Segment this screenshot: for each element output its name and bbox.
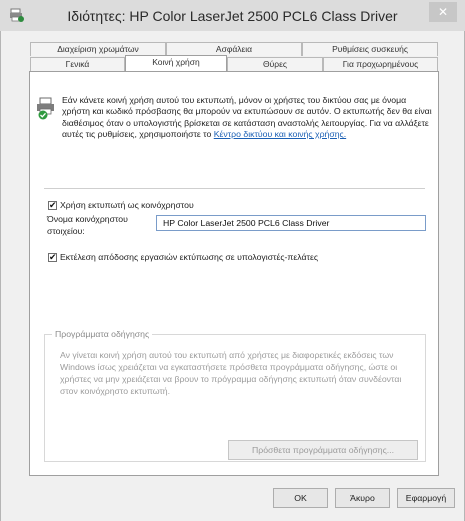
share-name-label-line2: στοιχείου: [47,226,85,236]
drivers-group-title: Προγράμματα οδήγησης [52,329,153,339]
apply-button[interactable]: Εφαρμογή [397,488,455,508]
divider [44,188,425,189]
tab-security[interactable]: Ασφάλεια [166,42,302,56]
sharing-info-text: Εάν κάνετε κοινή χρήση αυτού του εκτυπωτ… [62,95,432,141]
tab-row-bottom: Γενικά Κοινή χρήση Θύρες Για προχωρημένο… [30,55,438,71]
additional-drivers-button[interactable]: Πρόσθετα προγράμματα οδήγησης... [228,440,418,460]
share-name-label-line1: Όνομα κοινόχρηστου [47,214,128,224]
tab-row-top: Διαχείριση χρωμάτων Ασφάλεια Ρυθμίσεις σ… [30,42,438,56]
ok-button[interactable]: OK [273,488,328,508]
share-printer-label: Χρήση εκτυπωτή ως κοινόχρηστου [60,200,194,210]
tab-general[interactable]: Γενικά [30,57,125,71]
close-button[interactable]: ✕ [429,2,457,22]
checkmark-icon: ✔ [49,200,57,210]
tab-advanced[interactable]: Για προχωρημένους [323,57,438,71]
checkmark-icon: ✔ [49,252,57,262]
share-name-input[interactable]: HP Color LaserJet 2500 PCL6 Class Driver [156,215,426,231]
close-icon: ✕ [437,5,449,19]
window-title: Ιδιότητες: HP Color LaserJet 2500 PCL6 C… [67,8,398,24]
drivers-description: Αν γίνεται κοινή χρήση αυτού του εκτυπωτ… [60,350,402,396]
cancel-button[interactable]: Άκυρο [335,488,390,508]
tab-color-management[interactable]: Διαχείριση χρωμάτων [30,42,166,56]
tab-sharing[interactable]: Κοινή χρήση [125,55,227,71]
render-jobs-label: Εκτέλεση απόδοσης εργασιών εκτύπωσης σε … [60,252,319,262]
tab-ports[interactable]: Θύρες [227,57,323,71]
printer-icon [10,8,24,22]
render-jobs-checkbox[interactable]: ✔ [48,253,57,262]
shared-printer-icon [37,97,54,120]
share-printer-checkbox[interactable]: ✔ [48,201,57,210]
title-bar: Ιδιότητες: HP Color LaserJet 2500 PCL6 C… [0,0,465,31]
tab-device-settings[interactable]: Ρυθμίσεις συσκευής [302,42,438,56]
network-sharing-center-link[interactable]: Κέντρο δικτύου και κοινής χρήσης. [214,129,346,139]
